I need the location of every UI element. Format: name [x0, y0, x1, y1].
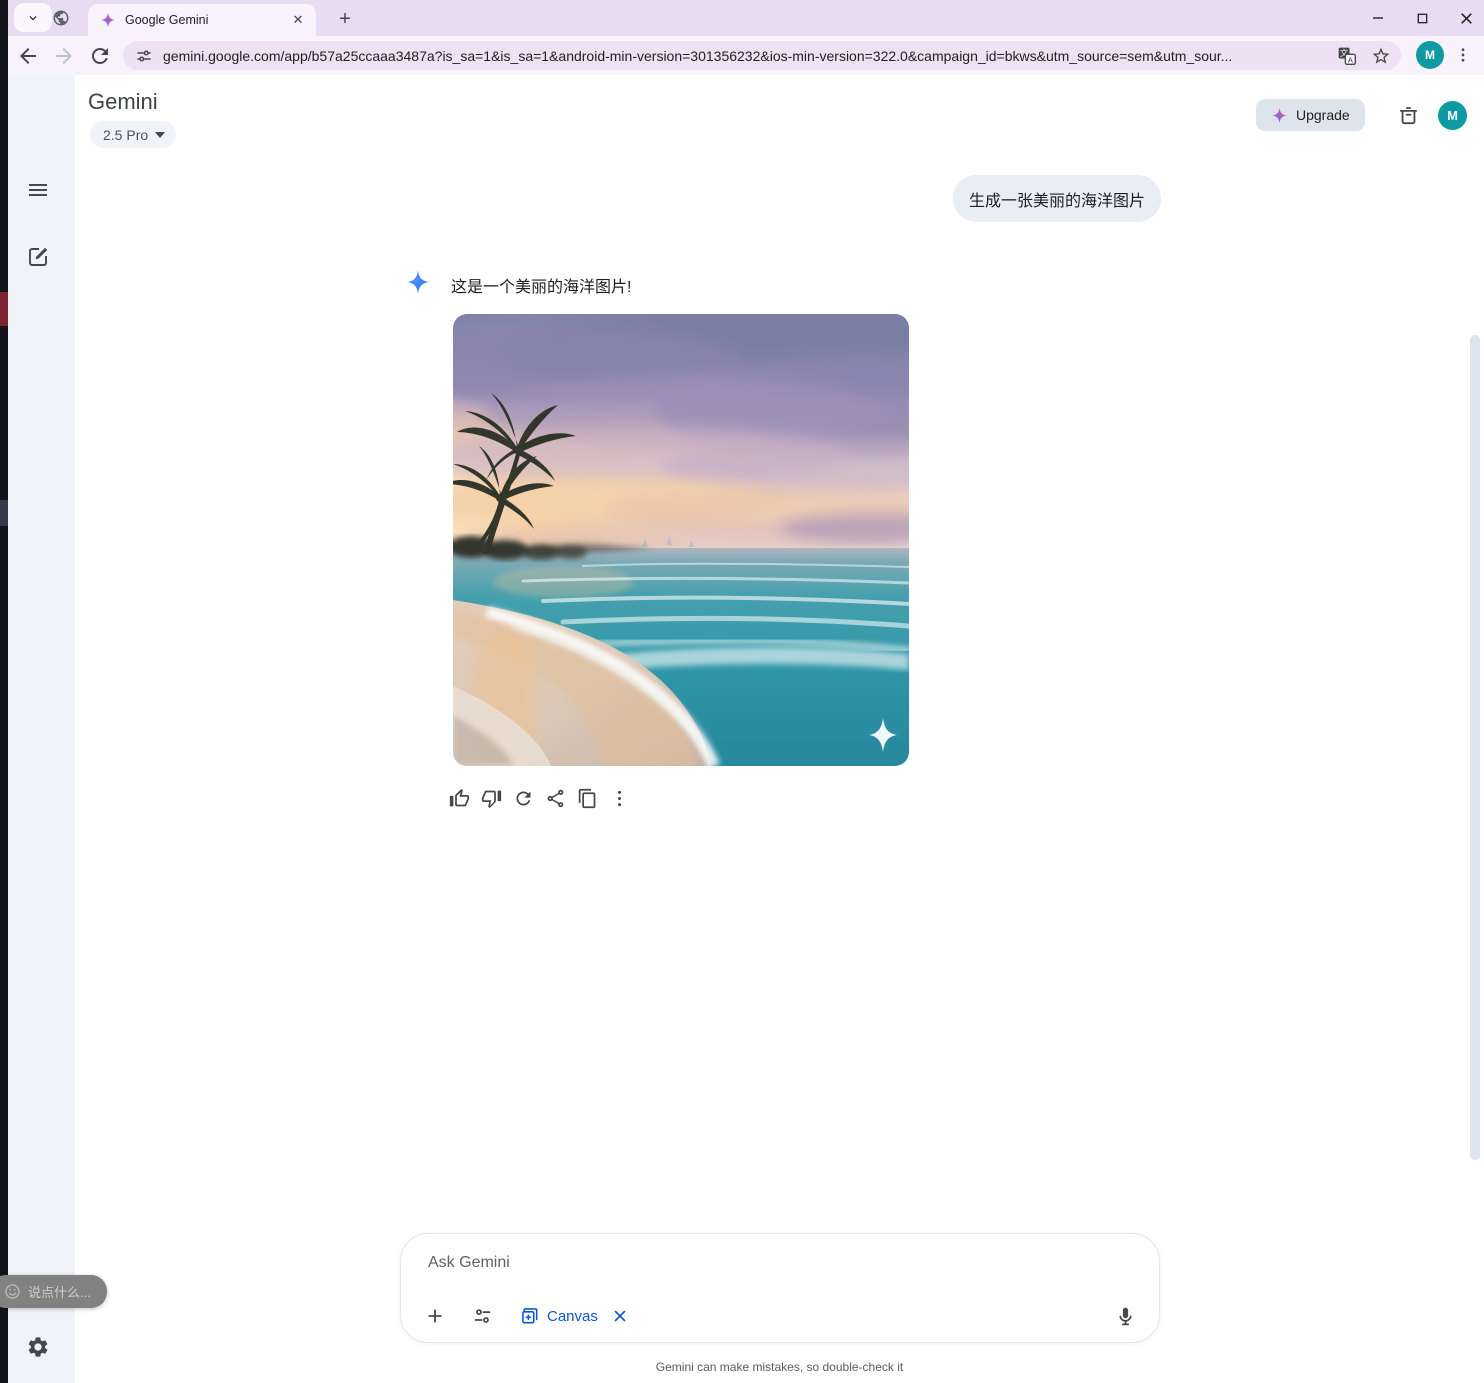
bookmark-star-icon[interactable] — [1371, 46, 1391, 66]
disclaimer-text: Gemini can make mistakes, so double-chec… — [75, 1360, 1484, 1374]
back-button[interactable] — [16, 44, 40, 68]
scrollbar-thumb[interactable] — [1470, 335, 1480, 1160]
app-title: Gemini — [88, 89, 158, 115]
user-message-bubble: 生成一张美丽的海洋图片 — [953, 175, 1161, 222]
url-text[interactable]: gemini.google.com/app/b57a25ccaaa3487a?i… — [163, 48, 1323, 64]
new-chat-button[interactable] — [26, 245, 50, 269]
ime-status-toast: 说点什么... — [0, 1275, 107, 1308]
composer: Canvas — [400, 1233, 1160, 1343]
translate-icon[interactable]: 文 A — [1337, 46, 1357, 66]
site-controls-icon[interactable] — [135, 47, 153, 65]
share-button[interactable] — [545, 788, 566, 809]
svg-text:A: A — [1348, 55, 1353, 64]
reload-button[interactable] — [88, 44, 112, 68]
gemini-reply-sparkle-icon — [405, 269, 431, 295]
composer-toolbar: Canvas — [419, 1300, 1141, 1332]
browser-profile-avatar[interactable]: M — [1416, 41, 1444, 69]
model-label: 2.5 Pro — [103, 127, 148, 143]
response-actions — [449, 788, 630, 809]
thumbs-up-button[interactable] — [449, 788, 470, 809]
settings-gear-icon[interactable] — [26, 1335, 50, 1359]
tools-button[interactable] — [466, 1300, 498, 1332]
browser-menu-icon[interactable] — [1452, 44, 1474, 66]
background-window-edge — [0, 0, 8, 1383]
new-tab-button[interactable]: + — [332, 6, 358, 32]
tab-search-button[interactable] — [14, 3, 52, 32]
background-window-dim-mark — [0, 500, 8, 526]
browser-tab-gemini[interactable]: Google Gemini ✕ — [88, 4, 316, 36]
upgrade-button[interactable]: Upgrade — [1256, 99, 1365, 131]
smiley-icon — [4, 1283, 21, 1300]
maximize-button[interactable] — [1412, 8, 1432, 28]
gemini-sparkle-icon — [1271, 107, 1288, 124]
chat-history-icon[interactable] — [1397, 104, 1420, 127]
main-menu-button[interactable] — [26, 178, 50, 202]
browser-toolbar: gemini.google.com/app/b57a25ccaaa3487a?i… — [8, 36, 1484, 75]
minimize-button[interactable] — [1368, 8, 1388, 28]
browser-chrome: Google Gemini ✕ + gemini.google.com/app/… — [8, 0, 1484, 75]
gemini-sparkle-favicon — [100, 12, 116, 28]
model-reply-text: 这是一个美丽的海洋图片! — [451, 273, 631, 297]
canvas-chip[interactable]: Canvas — [520, 1306, 629, 1326]
tab-title: Google Gemini — [125, 13, 290, 27]
ime-toast-text: 说点什么... — [28, 1282, 91, 1301]
globe-tab-icon[interactable] — [52, 9, 70, 27]
mic-button[interactable] — [1109, 1300, 1141, 1332]
chevron-down-icon — [155, 132, 165, 138]
generated-ocean-image[interactable] — [453, 314, 909, 766]
url-bar[interactable]: gemini.google.com/app/b57a25ccaaa3487a?i… — [123, 41, 1401, 70]
prompt-input[interactable] — [428, 1248, 1128, 1278]
more-options-button[interactable] — [609, 788, 630, 809]
canvas-label: Canvas — [547, 1308, 598, 1325]
gemini-main: Gemini 2.5 Pro Upgrade M 生成一张美丽的海洋图片 这是一… — [75, 75, 1484, 1383]
canvas-remove-icon[interactable] — [611, 1307, 629, 1325]
chevron-down-icon — [26, 11, 40, 25]
canvas-icon — [520, 1306, 540, 1326]
tab-close-icon[interactable]: ✕ — [290, 12, 306, 28]
close-window-button[interactable] — [1456, 8, 1476, 28]
regenerate-button[interactable] — [513, 788, 534, 809]
copy-button[interactable] — [577, 788, 598, 809]
add-attachment-button[interactable] — [419, 1300, 451, 1332]
account-avatar[interactable]: M — [1438, 101, 1467, 130]
tab-strip: Google Gemini ✕ + — [8, 0, 1484, 36]
forward-button[interactable] — [52, 44, 76, 68]
window-controls — [1368, 0, 1476, 36]
model-selector[interactable]: 2.5 Pro — [90, 121, 176, 148]
gemini-sidebar — [8, 75, 75, 1383]
background-window-red-mark — [0, 292, 8, 326]
upgrade-label: Upgrade — [1296, 107, 1350, 123]
thumbs-down-button[interactable] — [481, 788, 502, 809]
